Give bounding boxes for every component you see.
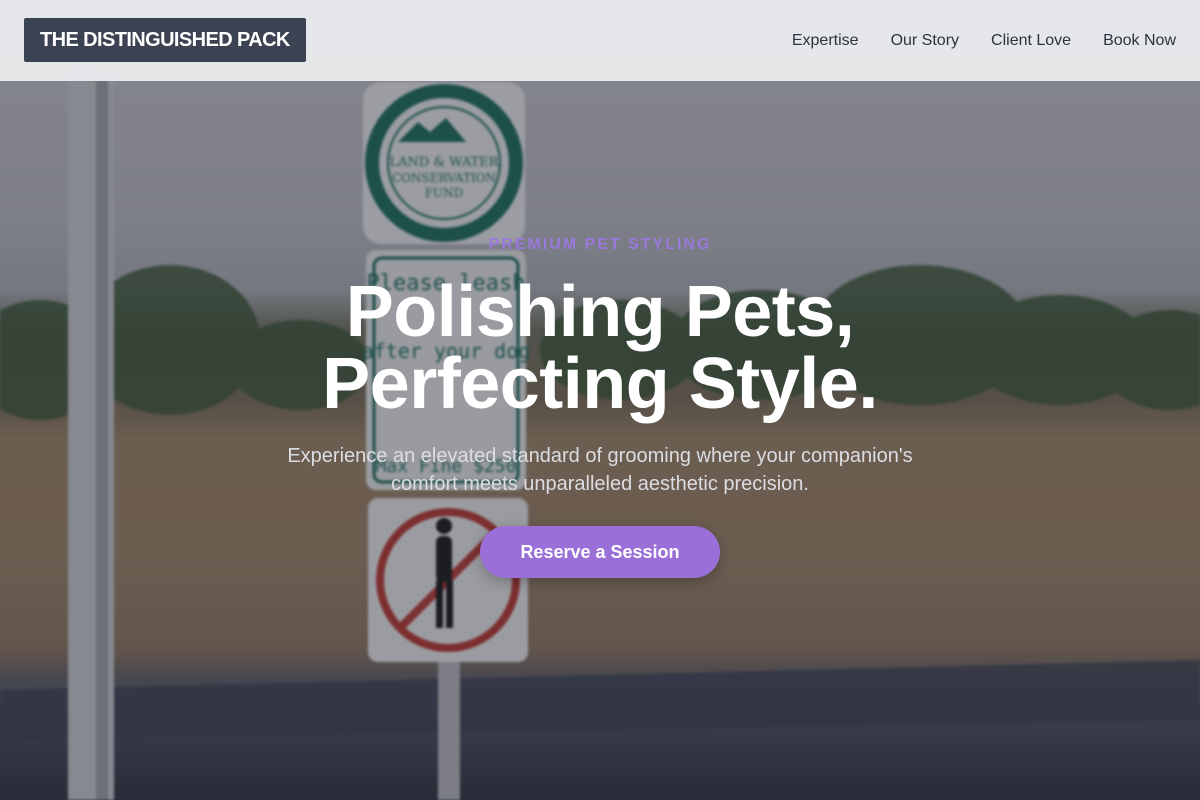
nav-link-expertise[interactable]: Expertise [792, 32, 859, 50]
main-nav: Expertise Our Story Client Love Book Now [792, 0, 1176, 81]
nav-link-client-love[interactable]: Client Love [991, 32, 1071, 50]
nav-link-our-story[interactable]: Our Story [891, 32, 959, 50]
reserve-session-button[interactable]: Reserve a Session [480, 526, 720, 578]
brand-logo[interactable]: THE DISTINGUISHED PACK [24, 18, 306, 62]
hero-subtitle: Experience an elevated standard of groom… [287, 445, 913, 495]
site-header: THE DISTINGUISHED PACK Expertise Our Sto… [0, 0, 1200, 81]
hero-headline-line-1: Polishing Pets, [345, 272, 855, 352]
hero-eyebrow: PREMIUM PET STYLING [488, 236, 712, 253]
hero-content: PREMIUM PET STYLING Polishing Pets, Perf… [0, 0, 1200, 800]
nav-link-book-now[interactable]: Book Now [1103, 32, 1176, 50]
hero-headline-line-2: Perfecting Style. [322, 344, 878, 424]
hero-headline: Polishing Pets, Perfecting Style. [0, 276, 1200, 420]
